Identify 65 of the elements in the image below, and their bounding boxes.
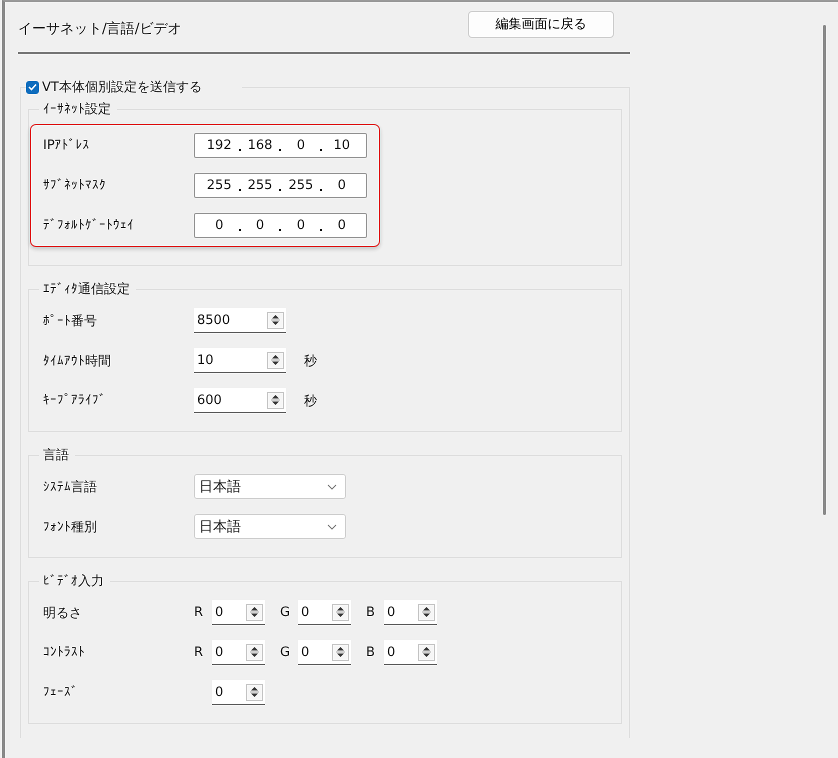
spin-button[interactable] <box>267 392 284 408</box>
field-label: ｷｰﾌﾟｱﾗｲﾌﾞ <box>43 393 107 408</box>
up-down-arrows-icon <box>336 606 345 618</box>
checkbox-label[interactable]: VT本体個別設定を送信する <box>42 78 202 96</box>
field-label: ﾃﾞﾌｫﾙﾄｹﾞｰﾄｳｪｲ <box>43 218 135 233</box>
page-title: イーサネット/言語/ビデオ <box>18 20 182 38</box>
field-label: ｼｽﾃﾑ言語 <box>43 478 98 496</box>
up-down-arrows-icon <box>250 606 259 618</box>
group-title: 言語 <box>42 447 70 464</box>
channel-label: G <box>280 645 292 660</box>
group-title: ﾋﾞﾃﾞｵ入力 <box>42 573 105 590</box>
number-field[interactable]: 0 <box>298 600 351 625</box>
field-label: IPｱﾄﾞﾚｽ <box>43 138 91 153</box>
spin-button[interactable] <box>267 352 284 368</box>
up-down-arrows-icon <box>271 394 280 406</box>
checkbox[interactable] <box>26 80 39 94</box>
number-field[interactable]: 600 <box>194 388 286 413</box>
field-label: 明るさ <box>43 604 83 622</box>
ip-address-field[interactable]: 255 255 255 0 <box>194 173 367 198</box>
scrollbar[interactable] <box>823 25 826 515</box>
field-label: ｻﾌﾞﾈｯﾄﾏｽｸ <box>43 178 107 193</box>
group-title: ｴﾃﾞｨﾀ通信設定 <box>42 281 131 298</box>
ip-address-field[interactable]: 192 168 0 10 <box>194 133 367 158</box>
number-field[interactable]: 0 <box>384 640 437 665</box>
channel-label: R <box>194 605 204 620</box>
field-label: ﾌｫﾝﾄ種別 <box>43 518 98 536</box>
number-field[interactable]: 0 <box>212 680 265 705</box>
dropdown[interactable]: 日本語 <box>194 514 346 539</box>
up-down-arrows-icon <box>250 686 259 698</box>
channel-label: B <box>366 645 376 660</box>
channel-label: B <box>366 605 376 620</box>
spin-button[interactable] <box>246 684 263 700</box>
spin-button[interactable] <box>332 604 349 620</box>
field-label: ｺﾝﾄﾗｽﾄ <box>43 645 86 660</box>
spin-button[interactable] <box>246 604 263 620</box>
field-label: ﾎﾟｰﾄ番号 <box>43 312 98 330</box>
chevron-down-icon <box>327 484 337 490</box>
spin-button[interactable] <box>418 604 435 620</box>
spin-button[interactable] <box>332 644 349 660</box>
chevron-down-icon <box>327 524 337 530</box>
group-title: ｲｰｻﾈｯﾄ設定 <box>42 101 112 118</box>
spin-button[interactable] <box>418 644 435 660</box>
back-button[interactable]: 編集画面に戻る <box>468 10 614 38</box>
up-down-arrows-icon <box>271 314 280 326</box>
spin-button[interactable] <box>246 644 263 660</box>
up-down-arrows-icon <box>422 646 431 658</box>
number-field[interactable]: 0 <box>298 640 351 665</box>
up-down-arrows-icon <box>271 354 280 366</box>
up-down-arrows-icon <box>422 606 431 618</box>
field-label: ﾀｲﾑｱｳﾄ時間 <box>43 352 112 370</box>
number-field[interactable]: 10 <box>194 348 286 373</box>
up-down-arrows-icon <box>250 646 259 658</box>
channel-label: R <box>194 645 204 660</box>
dropdown[interactable]: 日本語 <box>194 474 346 499</box>
spin-button[interactable] <box>267 312 284 328</box>
up-down-arrows-icon <box>336 646 345 658</box>
ip-address-field[interactable]: 0 0 0 0 <box>194 213 367 238</box>
channel-label: G <box>280 605 292 620</box>
number-field[interactable]: 0 <box>212 600 265 625</box>
number-field[interactable]: 8500 <box>194 308 286 333</box>
unit-label: 秒 <box>304 392 317 410</box>
unit-label: 秒 <box>304 352 317 370</box>
number-field[interactable]: 0 <box>212 640 265 665</box>
number-field[interactable]: 0 <box>384 600 437 625</box>
field-label: ﾌｪｰｽﾞ <box>43 685 79 700</box>
